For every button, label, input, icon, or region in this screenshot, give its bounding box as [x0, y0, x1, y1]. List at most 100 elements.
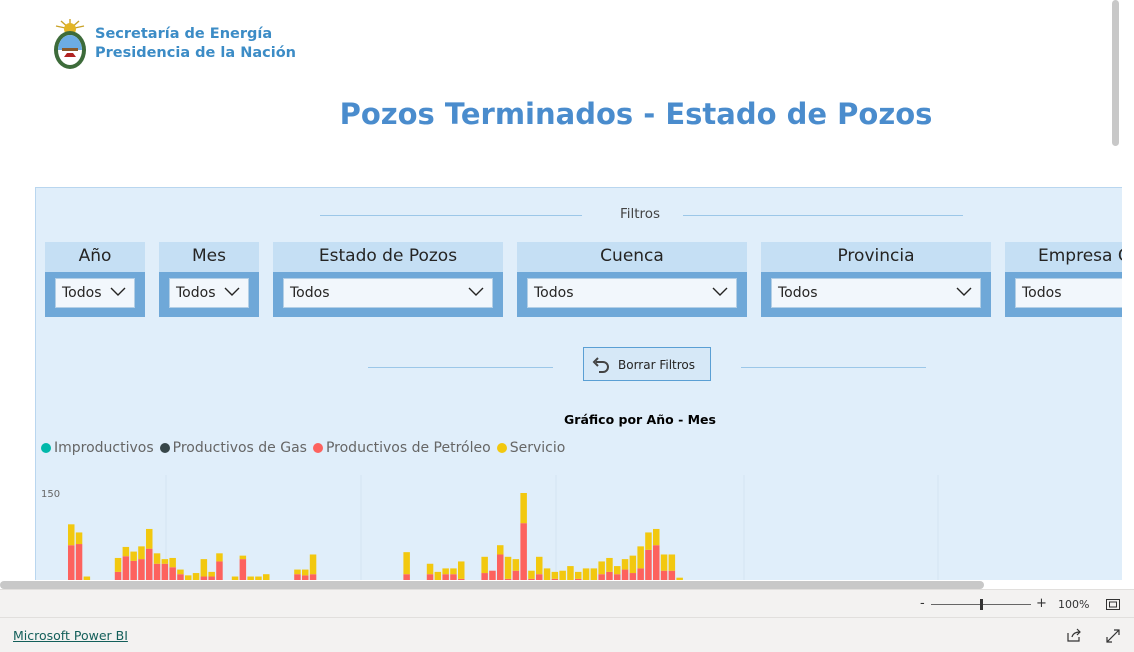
- bar-segment-petroleo[interactable]: [146, 548, 153, 580]
- bar-segment-servicio[interactable]: [75, 532, 83, 545]
- slicer-basin-dropdown[interactable]: Todos: [527, 278, 737, 308]
- bar-segment-petroleo[interactable]: [621, 569, 629, 580]
- bar-segment-petroleo[interactable]: [504, 578, 512, 580]
- bar-segment-servicio[interactable]: [185, 575, 192, 580]
- slicer-year-dropdown[interactable]: Todos: [55, 278, 135, 308]
- zoom-slider-thumb[interactable]: [980, 599, 983, 610]
- bar-segment-petroleo[interactable]: [239, 559, 247, 580]
- bar-segment-servicio[interactable]: [653, 528, 660, 546]
- bar-segment-servicio[interactable]: [614, 566, 621, 575]
- bar-segment-servicio[interactable]: [247, 576, 254, 580]
- bar-segment-servicio[interactable]: [567, 566, 574, 580]
- bar-segment-petroleo[interactable]: [512, 570, 520, 580]
- bar-segment-petroleo[interactable]: [668, 570, 676, 580]
- bar-segment-servicio[interactable]: [458, 561, 465, 579]
- slicer-province-dropdown[interactable]: Todos: [771, 278, 981, 308]
- bar-segment-petroleo[interactable]: [75, 544, 83, 580]
- bar-segment-servicio[interactable]: [590, 568, 598, 580]
- bar-segment-servicio[interactable]: [239, 555, 247, 560]
- bar-segment-petroleo[interactable]: [606, 571, 613, 580]
- bar-segment-servicio[interactable]: [629, 555, 637, 574]
- fit-to-page-icon[interactable]: [1106, 599, 1120, 610]
- bar-segment-petroleo[interactable]: [130, 560, 137, 580]
- bar-segment-petroleo[interactable]: [458, 578, 465, 580]
- slicer-well-status-dropdown[interactable]: Todos: [283, 278, 493, 308]
- bar-segment-servicio[interactable]: [208, 571, 215, 577]
- slicer-operator-company-dropdown[interactable]: Todos: [1015, 278, 1122, 308]
- bar-segment-servicio[interactable]: [528, 570, 535, 579]
- horizontal-scrollbar[interactable]: [0, 581, 984, 589]
- bar-segment-servicio[interactable]: [169, 557, 176, 568]
- bar-segment-petroleo[interactable]: [161, 563, 169, 580]
- bar-segment-petroleo[interactable]: [450, 574, 457, 580]
- bar-segment-petroleo[interactable]: [637, 568, 644, 580]
- bar-segment-servicio[interactable]: [309, 554, 317, 575]
- bar-segment-petroleo[interactable]: [169, 567, 176, 580]
- bar-segment-servicio[interactable]: [660, 554, 668, 571]
- bar-segment-petroleo[interactable]: [442, 574, 449, 580]
- bar-segment-servicio[interactable]: [621, 559, 629, 570]
- bar-segment-servicio[interactable]: [520, 493, 527, 524]
- bar-segment-petroleo[interactable]: [426, 574, 434, 580]
- bar-segment-servicio[interactable]: [645, 532, 652, 550]
- bar-segment-servicio[interactable]: [497, 545, 504, 555]
- bar-segment-petroleo[interactable]: [575, 578, 582, 580]
- legend-item-servicio[interactable]: Servicio: [496, 440, 565, 456]
- bar-segment-petroleo[interactable]: [598, 574, 605, 580]
- bar-segment-servicio[interactable]: [450, 568, 457, 575]
- bar-segment-servicio[interactable]: [138, 546, 145, 560]
- zoom-out-button[interactable]: -: [920, 596, 925, 611]
- bar-segment-petroleo[interactable]: [122, 556, 130, 580]
- bar-segment-servicio[interactable]: [559, 570, 566, 580]
- bar-segment-servicio[interactable]: [161, 559, 169, 564]
- bar-segment-servicio[interactable]: [481, 556, 488, 574]
- bar-segment-servicio[interactable]: [668, 554, 676, 571]
- bar-segment-servicio[interactable]: [153, 553, 161, 564]
- bar-segment-petroleo[interactable]: [536, 574, 543, 580]
- bar-segment-servicio[interactable]: [192, 573, 200, 580]
- clear-filters-button[interactable]: Borrar Filtros: [583, 347, 711, 381]
- slicer-month-dropdown[interactable]: Todos: [169, 278, 249, 308]
- bar-segment-servicio[interactable]: [263, 574, 270, 580]
- bar-segment-servicio[interactable]: [575, 571, 582, 579]
- bar-segment-servicio[interactable]: [403, 552, 410, 575]
- bar-segment-servicio[interactable]: [551, 571, 559, 579]
- bar-segment-petroleo[interactable]: [302, 575, 309, 580]
- bar-segment-petroleo[interactable]: [614, 574, 621, 580]
- bar-segment-servicio[interactable]: [130, 551, 137, 561]
- bar-segment-petroleo[interactable]: [653, 545, 660, 580]
- bar-segment-petroleo[interactable]: [629, 573, 637, 580]
- bar-segment-petroleo[interactable]: [208, 576, 215, 580]
- bar-segment-servicio[interactable]: [504, 556, 512, 579]
- bar-segment-petroleo[interactable]: [153, 563, 161, 580]
- bar-segment-servicio[interactable]: [426, 563, 434, 575]
- bar-segment-petroleo[interactable]: [660, 570, 668, 580]
- bar-segment-petroleo[interactable]: [497, 554, 504, 580]
- share-icon[interactable]: [1067, 628, 1082, 642]
- bar-segment-petroleo[interactable]: [403, 574, 410, 580]
- bar-segment-petroleo[interactable]: [200, 576, 208, 580]
- bar-segment-servicio[interactable]: [231, 576, 239, 580]
- bar-segment-servicio[interactable]: [512, 559, 520, 571]
- bar-segment-petroleo[interactable]: [645, 549, 652, 580]
- bar-segment-servicio[interactable]: [598, 561, 605, 575]
- bar-segment-petroleo[interactable]: [138, 559, 145, 580]
- vertical-scrollbar[interactable]: [1112, 0, 1119, 146]
- bar-segment-petroleo[interactable]: [309, 574, 317, 580]
- bar-segment-servicio[interactable]: [442, 568, 449, 575]
- bar-segment-petroleo[interactable]: [68, 545, 75, 580]
- bar-segment-servicio[interactable]: [543, 568, 551, 580]
- bar-segment-servicio[interactable]: [606, 557, 613, 572]
- legend-item-productivos-petroleo[interactable]: Productivos de Petróleo: [312, 440, 491, 456]
- bar-segment-servicio[interactable]: [637, 546, 644, 569]
- bar-segment-servicio[interactable]: [216, 553, 223, 562]
- bar-segment-servicio[interactable]: [114, 557, 122, 572]
- bar-segment-servicio[interactable]: [536, 556, 543, 575]
- bar-segment-servicio[interactable]: [68, 524, 75, 546]
- bar-segment-petroleo[interactable]: [177, 574, 184, 580]
- bar-segment-petroleo[interactable]: [551, 578, 559, 580]
- legend-item-improductivos[interactable]: Improductivos: [41, 440, 154, 456]
- bar-segment-petroleo[interactable]: [489, 570, 496, 580]
- bar-segment-servicio[interactable]: [294, 569, 301, 575]
- bar-segment-servicio[interactable]: [83, 576, 91, 580]
